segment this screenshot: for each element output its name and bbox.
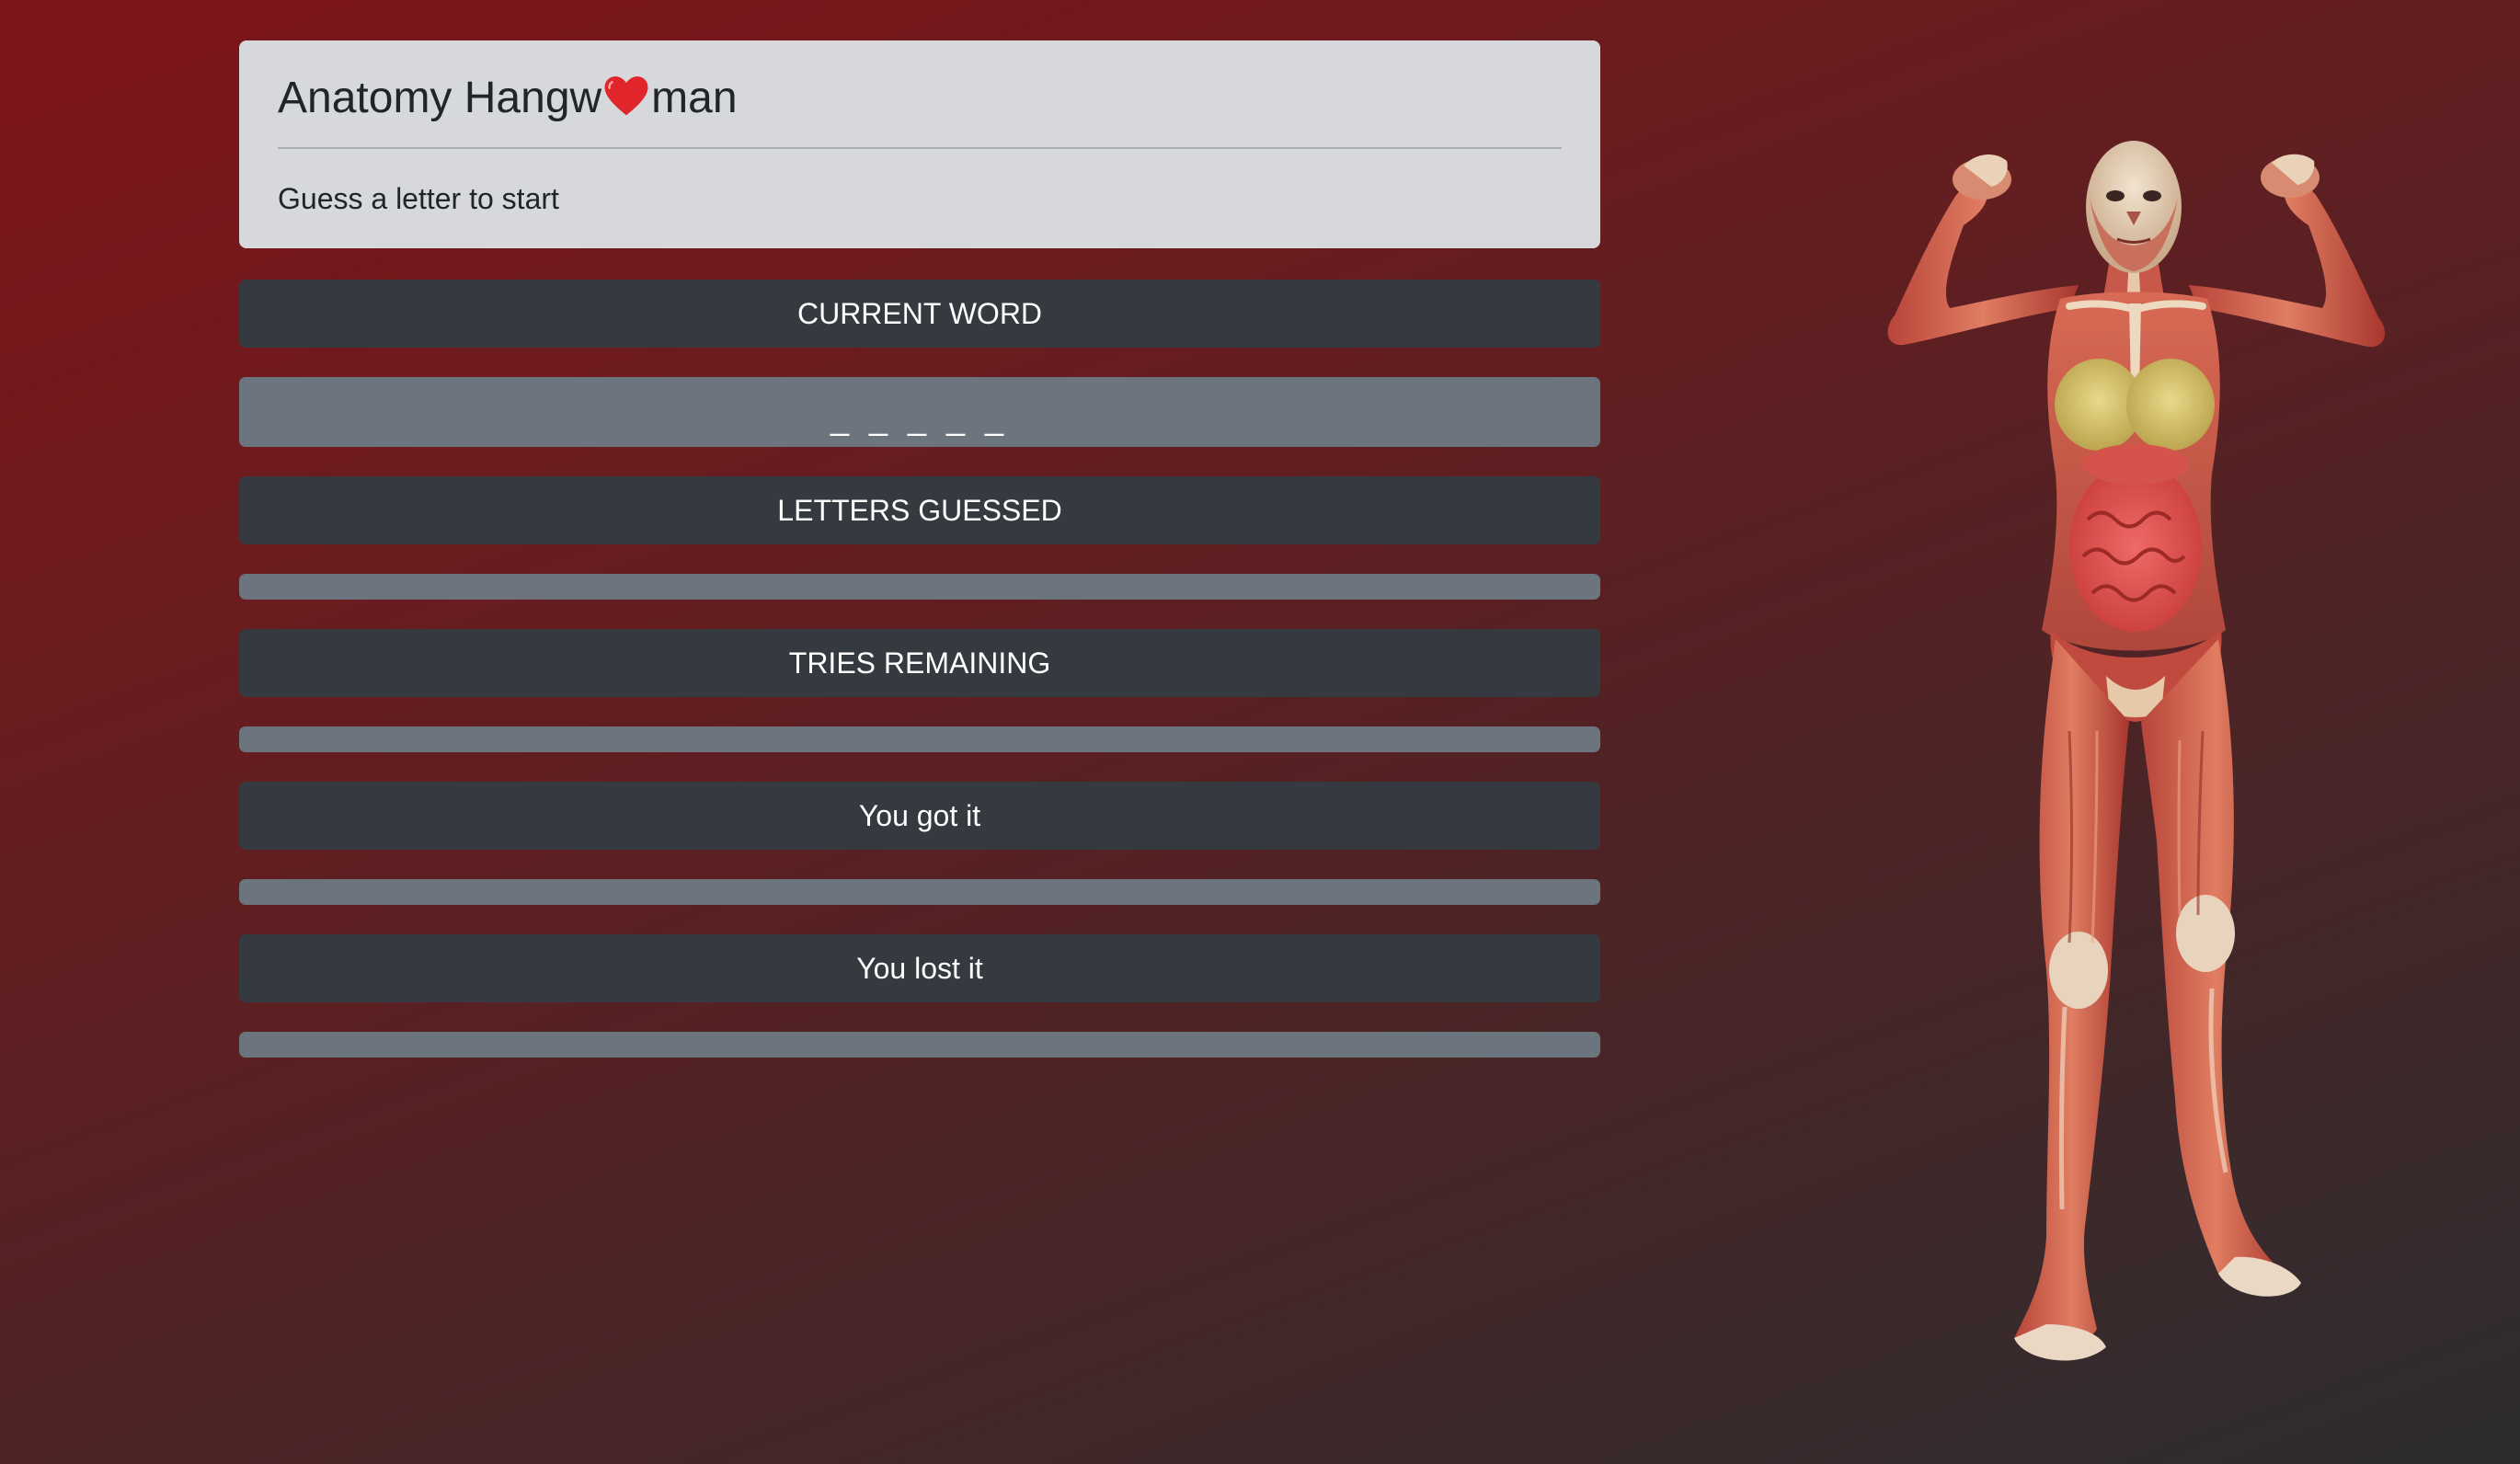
anatomy-figure-image [1793,87,2492,1375]
title-text-end: man [651,74,738,122]
tries-remaining-display [239,726,1600,752]
loss-count-display [239,1032,1600,1058]
header-divider [278,147,1562,149]
letters-guessed-display [239,574,1600,600]
current-word-header: CURRENT WORD [239,280,1600,348]
tries-remaining-header: TRIES REMAINING [239,629,1600,697]
current-word-display: _ _ _ _ _ [239,377,1600,447]
header-card: Anatomy Hangw man Guess a letter to star… [239,40,1600,248]
win-count-display [239,879,1600,905]
loss-header: You lost it [239,934,1600,1002]
heart-icon [603,74,649,120]
letters-guessed-header: LETTERS GUESSED [239,476,1600,544]
status-message: Guess a letter to start [278,182,559,215]
win-header: You got it [239,782,1600,850]
game-column: Anatomy Hangw man Guess a letter to star… [239,40,1600,1058]
page-title: Anatomy Hangw man [278,66,1562,131]
title-text-start: Anatomy Hangw [278,74,602,122]
